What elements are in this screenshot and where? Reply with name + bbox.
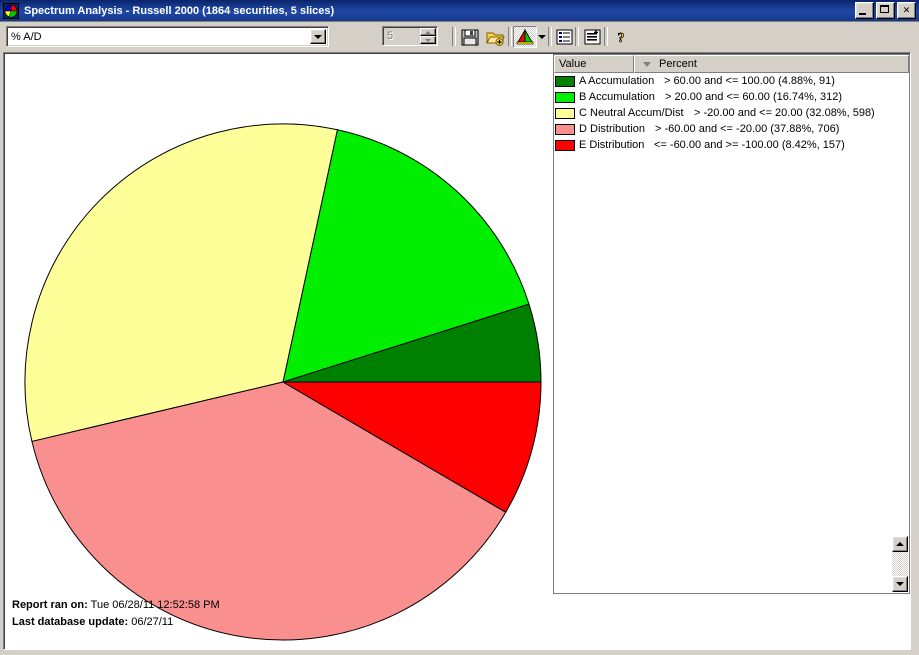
legend-value-label: B Accumulation — [579, 91, 655, 103]
legend-value-label: A Accumulation — [579, 75, 655, 87]
pie-chart-icon — [3, 2, 19, 19]
legend-scroll-track[interactable] — [892, 552, 908, 576]
help-button[interactable]: ? — [609, 26, 633, 48]
slices-decrement-button[interactable] — [420, 36, 436, 44]
open-add-button[interactable] — [483, 26, 507, 48]
legend-percent-label: > -60.00 and <= -20.00 (37.88%, 706) — [655, 123, 840, 135]
last-update-line: Last database update: 06/27/11 — [12, 614, 220, 631]
window-title: Spectrum Analysis - Russell 2000 (1864 s… — [24, 4, 335, 17]
title-bar: Spectrum Analysis - Russell 2000 (1864 s… — [0, 0, 919, 22]
report-ran-on-value: Tue 06/28/11 12:52:58 PM — [90, 599, 220, 611]
legend-value-label: D Distribution — [579, 123, 646, 135]
legend-row[interactable]: E Distribution <= -60.00 and >= -100.00 (… — [554, 137, 909, 153]
legend-row[interactable]: D Distribution > -60.00 and <= -20.00 (37… — [554, 121, 909, 137]
window-frame-left — [0, 52, 3, 655]
legend-percent-label: > -20.00 and <= 20.00 (32.08%, 598) — [694, 107, 875, 119]
legend-row[interactable]: C Neutral Accum/Dist > -20.00 and <= 20.0… — [554, 105, 909, 121]
legend-percent-label: > 20.00 and <= 60.00 (16.74%, 312) — [665, 91, 843, 103]
legend-rows: A Accumulation > 60.00 and <= 100.00 (4.8… — [554, 73, 909, 153]
legend-scroll-down-button[interactable] — [892, 576, 908, 592]
toolbar-separator — [604, 27, 608, 46]
chart-type-dropdown[interactable] — [535, 26, 549, 48]
legend-column-header-percent-label: Percent — [659, 58, 697, 70]
triangle-down-icon — [425, 38, 431, 42]
close-icon: ✕ — [902, 5, 911, 15]
legend-color-swatch — [555, 123, 575, 135]
chevron-down-icon — [538, 35, 546, 39]
last-update-label: Last database update: — [12, 616, 129, 628]
window-controls: ✕ — [855, 2, 916, 19]
legend-scroll-up-button[interactable] — [892, 536, 908, 552]
legend-color-swatch — [555, 91, 575, 103]
sort-descending-icon — [643, 61, 651, 67]
slices-stepper[interactable]: 5 — [382, 26, 438, 46]
minimize-icon — [859, 13, 866, 15]
toolbar-separator — [575, 27, 579, 46]
legend-percent-label: > 60.00 and <= 100.00 (4.88%, 91) — [664, 75, 835, 87]
minimize-button[interactable] — [855, 2, 874, 19]
legend-column-header-value[interactable]: Value — [554, 55, 634, 73]
triangle-up-icon — [896, 542, 904, 546]
svg-text:?: ? — [618, 31, 625, 45]
maximize-button[interactable] — [876, 2, 895, 19]
save-button[interactable] — [458, 26, 482, 48]
legend-row[interactable]: B Accumulation > 20.00 and <= 60.00 (16.7… — [554, 89, 909, 105]
legend-percent-label: <= -60.00 and >= -100.00 (8.42%, 157) — [654, 139, 845, 151]
legend-value-label: E Distribution — [579, 139, 645, 151]
legend-value-label: C Neutral Accum/Dist — [579, 107, 684, 119]
list-view-button[interactable] — [552, 26, 576, 48]
legend-color-swatch — [555, 139, 575, 151]
chevron-down-icon[interactable] — [310, 29, 326, 44]
slices-stepper-buttons[interactable] — [420, 28, 436, 44]
toolbar: % A/D Slices: 5 — [0, 22, 919, 65]
pie-chart[interactable] — [4, 53, 564, 649]
report-status: Report ran on: Tue 06/28/11 12:52:58 PM … — [12, 597, 220, 631]
report-ran-on-label: Report ran on: — [12, 599, 88, 611]
toolbar-separator — [452, 27, 456, 46]
metric-select-value: % A/D — [11, 30, 42, 43]
legend-column-header-percent[interactable]: Percent — [634, 55, 909, 73]
client-area: Value Percent A Accumulation > 60.00 and … — [3, 52, 916, 652]
toolbar-separator — [508, 27, 512, 46]
spectrum-analysis-window: Spectrum Analysis - Russell 2000 (1864 s… — [0, 0, 919, 655]
slices-value: 5 — [387, 30, 394, 42]
chart-view-button[interactable] — [513, 26, 537, 48]
legend-color-swatch — [555, 75, 575, 87]
legend-scrollbar[interactable] — [892, 536, 908, 592]
last-update-value: 06/27/11 — [131, 616, 174, 628]
triangle-up-icon — [425, 30, 431, 34]
report-ran-on-line: Report ran on: Tue 06/28/11 12:52:58 PM — [12, 597, 220, 614]
legend-header: Value Percent — [554, 55, 909, 73]
maximize-icon — [880, 5, 889, 13]
legend-color-swatch — [555, 107, 575, 119]
triangle-down-icon — [896, 582, 904, 586]
add-list-button[interactable] — [580, 26, 604, 48]
slices-increment-button[interactable] — [420, 28, 436, 36]
chart-pane: Value Percent A Accumulation > 60.00 and … — [3, 52, 911, 650]
legend-panel: Value Percent A Accumulation > 60.00 and … — [553, 54, 910, 594]
metric-select[interactable]: % A/D — [6, 26, 329, 47]
legend-row[interactable]: A Accumulation > 60.00 and <= 100.00 (4.8… — [554, 73, 909, 89]
close-button[interactable]: ✕ — [897, 2, 916, 19]
